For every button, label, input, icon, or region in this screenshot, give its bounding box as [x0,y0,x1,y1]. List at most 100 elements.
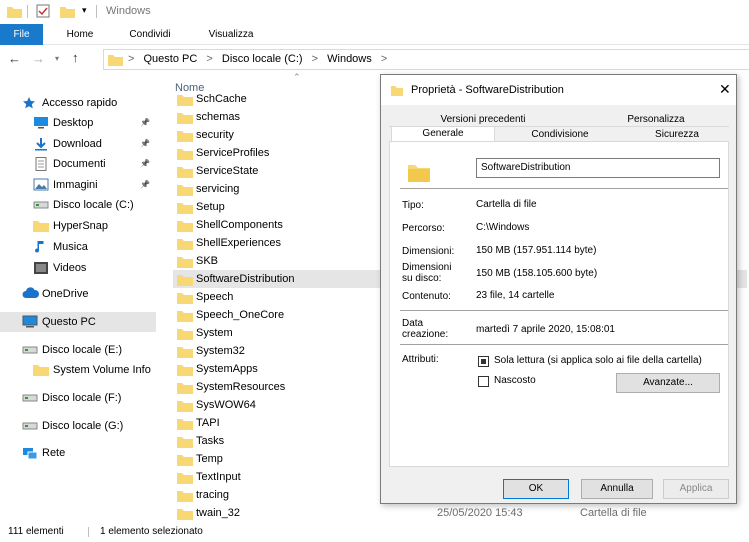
computer-icon [22,315,38,329]
folder-name-value: SoftwareDistribution [481,162,571,173]
sidebar-item-label: System Volume Info [53,364,151,376]
advanced-button[interactable]: Avanzate... [616,373,720,393]
sidebar-item[interactable]: Questo PC [0,312,156,332]
file-name: security [196,129,234,141]
video-icon [33,261,49,275]
tab-sharing[interactable]: Condivisione [501,128,619,142]
separator [27,5,28,18]
pictures-icon [33,178,49,192]
folder-icon [177,309,193,322]
pin-icon[interactable]: 📌 [140,134,150,154]
close-icon[interactable]: ✕ [719,81,731,98]
folder-icon [177,489,193,502]
folder-icon [177,147,193,160]
readonly-label: Sola lettura (si applica solo ai file de… [494,355,702,366]
title-bar: ▾ Windows [0,0,749,24]
sidebar-item[interactable]: Immagini 📌 [0,175,156,195]
size-label: Dimensioni: [402,246,455,257]
breadcrumb-this-pc[interactable]: Questo PC [144,53,198,65]
sidebar-item[interactable]: Musica [0,237,156,257]
pin-icon[interactable]: 📌 [140,113,150,133]
sidebar-item[interactable]: Disco locale (F:) [0,388,156,408]
sidebar-item-label: Musica [53,241,88,253]
created-value: martedì 7 aprile 2020, 15:08:01 [476,324,615,335]
folder-icon [177,507,193,520]
drive-icon [22,343,38,357]
breadcrumb: > Questo PC > Disco locale (C:) > Window… [128,53,387,65]
file-name: SystemApps [196,363,258,375]
type-value: Cartella di file [476,199,537,210]
folder-icon [177,417,193,430]
sidebar-item-label: Immagini [53,179,98,191]
separator [96,5,97,18]
apply-button[interactable]: Applica [663,479,729,499]
contents-value: 23 file, 14 cartelle [476,290,555,301]
sidebar-item[interactable]: Disco locale (E:) [0,340,156,360]
sidebar-item[interactable]: Documenti 📌 [0,154,156,174]
folder-icon [177,435,193,448]
network-icon [22,446,38,460]
created-label: Data creazione: [402,318,449,340]
tab-general[interactable]: Generale [391,126,495,142]
sidebar-item[interactable]: Desktop 📌 [0,113,156,133]
breadcrumb-drive-c[interactable]: Disco locale (C:) [222,53,303,65]
file-name: SoftwareDistribution [196,273,295,285]
new-folder-icon[interactable] [60,5,75,18]
tab-view[interactable]: Visualizza [196,24,266,45]
sidebar-item-label: Disco locale (F:) [42,392,122,404]
dialog-title: Proprietà - SoftwareDistribution [411,84,564,96]
forward-icon[interactable]: → [32,51,45,66]
tab-share[interactable]: Condividi [120,24,180,45]
pin-icon[interactable]: 📌 [140,175,150,195]
file-name: servicing [196,183,240,195]
properties-icon[interactable] [36,4,50,18]
customize-toolbar-icon[interactable]: ▾ [82,5,87,16]
folder-icon [108,53,123,66]
sidebar-item[interactable]: Rete [0,443,156,463]
folder-name-field[interactable]: SoftwareDistribution [476,158,720,178]
breadcrumb-separator: > [128,53,135,65]
folder-icon [177,237,193,250]
file-name: Speech [196,291,234,303]
tab-customize[interactable]: Personalizza [591,113,721,127]
file-name: ServiceState [196,165,259,177]
up-icon[interactable]: ↑ [72,50,79,65]
general-tab-panel: SoftwareDistribution Tipo: Cartella di f… [389,141,729,467]
file-name: schemas [196,111,241,123]
hidden-checkbox[interactable] [478,376,489,387]
tab-home[interactable]: Home [60,24,100,45]
sidebar-item[interactable]: Accesso rapido [0,93,156,113]
sidebar-item[interactable]: OneDrive [0,284,156,304]
column-header-name[interactable]: Nome [175,82,204,94]
sort-up-icon: ⌃ [293,72,301,82]
attributes-label: Attributi: [402,354,439,365]
recent-locations-icon[interactable]: ▾ [55,54,59,63]
sidebar-item[interactable]: HyperSnap [0,216,156,236]
folder-icon [177,111,193,124]
folder-icon [33,219,49,233]
drive-icon [33,198,49,212]
folder-icon [177,183,193,196]
file-name: ShellComponents [196,219,283,231]
tab-security[interactable]: Sicurezza [629,128,725,142]
tab-file[interactable]: File [0,24,43,45]
file-name: SchCache [196,94,247,105]
readonly-checkbox[interactable] [478,356,489,367]
pin-icon[interactable]: 📌 [140,154,150,174]
sidebar-item[interactable]: Disco locale (G:) [0,416,156,436]
folder-icon [177,291,193,304]
tab-previous-versions[interactable]: Versioni precedenti [389,113,577,127]
sidebar-item[interactable]: Videos [0,258,156,278]
folder-icon [177,129,193,142]
size-on-disk-value: 150 MB (158.105.600 byte) [476,268,598,279]
address-bar[interactable]: > Questo PC > Disco locale (C:) > Window… [103,49,749,70]
folder-icon [177,201,193,214]
cancel-button[interactable]: Annulla [581,479,653,499]
sidebar-item[interactable]: Download 📌 [0,134,156,154]
back-icon[interactable]: ← [8,51,21,66]
ok-button[interactable]: OK [503,479,569,499]
sidebar-item[interactable]: System Volume Info [0,360,156,380]
sidebar-item[interactable]: Disco locale (C:) [0,195,156,215]
breadcrumb-windows[interactable]: Windows [327,53,372,65]
sidebar-item-label: Documenti [53,158,106,170]
